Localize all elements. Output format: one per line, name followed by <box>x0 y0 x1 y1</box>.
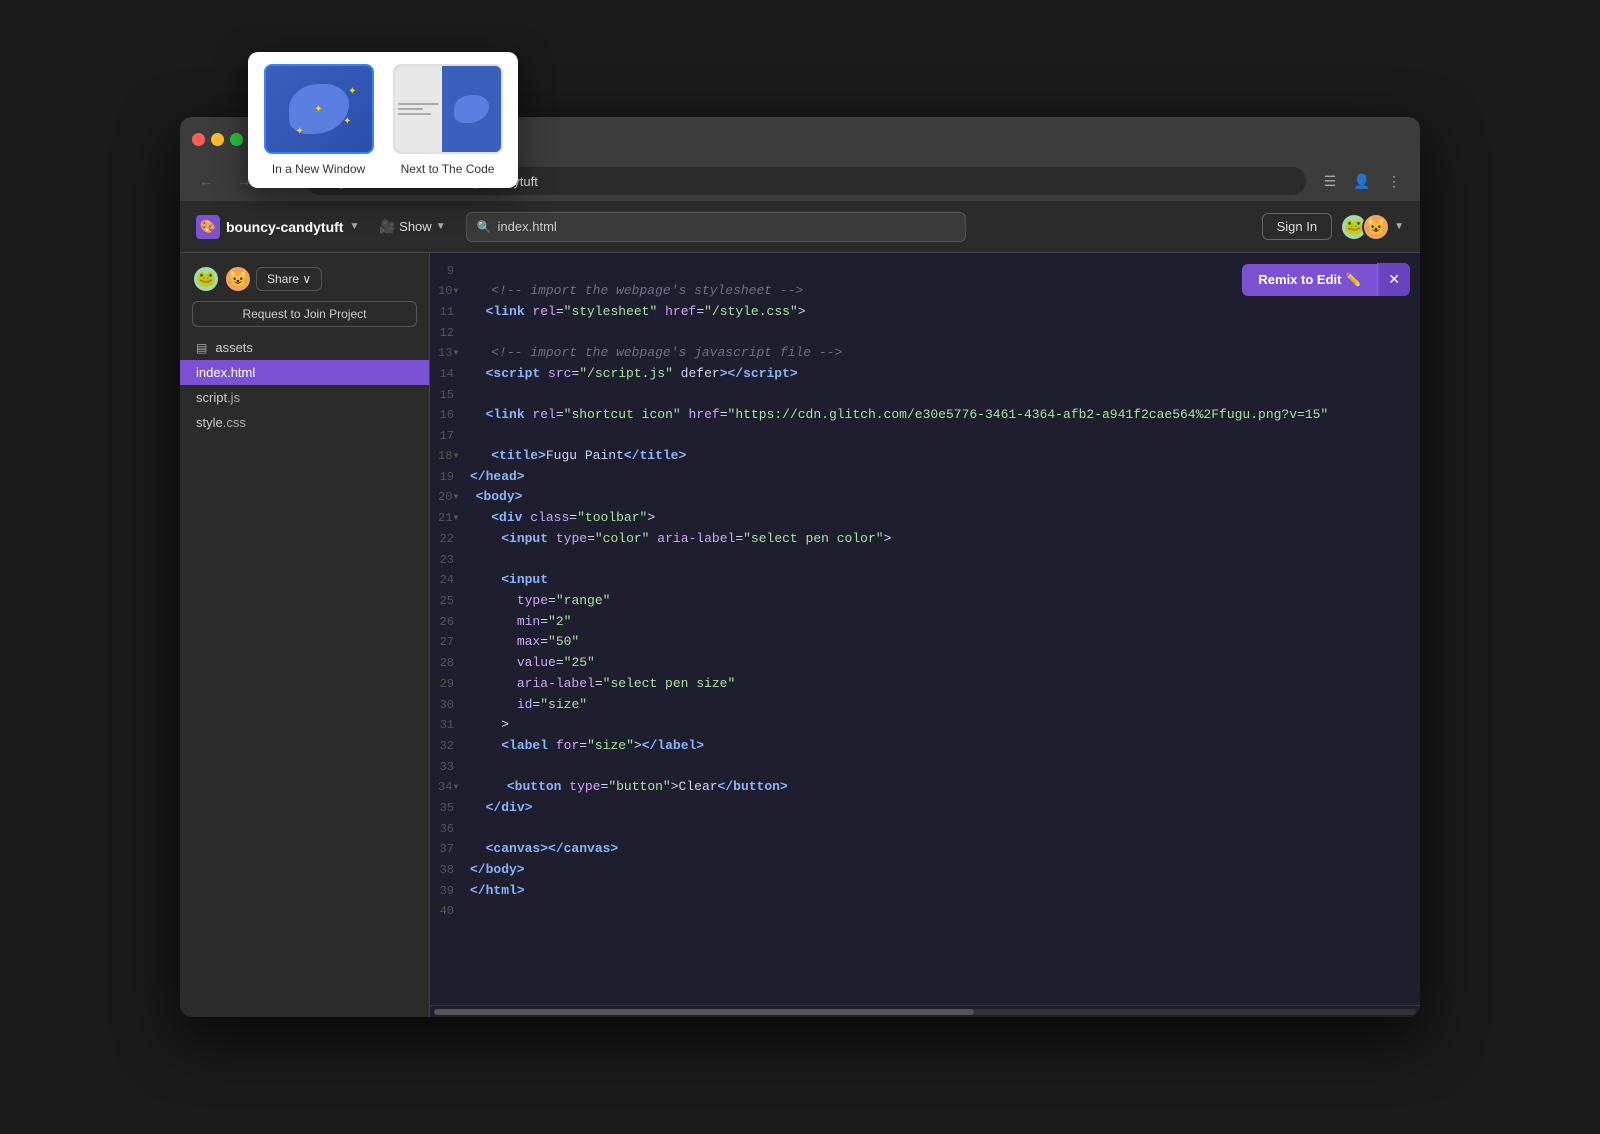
remix-to-edit-button[interactable]: Remix to Edit ✏️ <box>1242 264 1377 296</box>
share-label: Share ∨ <box>267 272 311 286</box>
profile-button[interactable]: 👤 <box>1348 167 1376 195</box>
code-line-23: 23 <box>430 550 1420 570</box>
sidebar-avatar-2: 😺 <box>224 265 252 293</box>
extensions-button[interactable]: ☰ <box>1316 167 1344 195</box>
code-line-35: 35 </div> <box>430 798 1420 819</box>
user-avatars: 🐸 😺 ▼ <box>1340 213 1404 241</box>
avatar-2[interactable]: 😺 <box>1362 213 1390 241</box>
code-line-25: 25 type="range" <box>430 591 1420 612</box>
code-line-39: 39 </html> <box>430 881 1420 902</box>
code-line-31: 31 > <box>430 715 1420 736</box>
code-line-38: 38 </body> <box>430 860 1420 881</box>
remix-label: Remix to Edit ✏️ <box>1258 272 1361 288</box>
browser-actions: ☰ 👤 ⋮ <box>1316 167 1408 195</box>
code-line-19: 19 </head> <box>430 467 1420 488</box>
code-line-13: 13▾ <!-- import the webpage's javascript… <box>430 343 1420 364</box>
main-layout: 🐸 😺 Share ∨ Request to Join Project ▤ as… <box>180 253 1420 1017</box>
toolbar-right: Sign In 🐸 😺 ▼ <box>1262 213 1404 241</box>
request-join-label: Request to Join Project <box>242 307 366 321</box>
assets-label: assets <box>215 340 253 355</box>
scrollbar-thumb[interactable] <box>434 1009 974 1015</box>
project-icon: 🎨 <box>196 215 220 239</box>
file-search[interactable]: 🔍 index.html <box>466 212 966 242</box>
show-chevron-icon: ▼ <box>436 221 446 232</box>
request-join-button[interactable]: Request to Join Project <box>192 301 417 327</box>
code-line-33: 33 <box>430 757 1420 777</box>
assets-icon: ▤ <box>196 341 207 355</box>
sign-in-label: Sign In <box>1277 219 1317 234</box>
code-line-15: 15 <box>430 385 1420 405</box>
code-line-14: 14 <script src="/script.js" defer></scri… <box>430 364 1420 385</box>
code-line-36: 36 <box>430 819 1420 839</box>
sidebar-avatar-1: 🐸 <box>192 265 220 293</box>
code-line-28: 28 value="25" <box>430 653 1420 674</box>
editor-area: Remix to Edit ✏️ ✕ 9 10▾ <!-- <box>430 253 1420 1017</box>
search-icon: 🔍 <box>477 220 492 234</box>
code-line-17: 17 <box>430 426 1420 446</box>
code-line-11: 11 <link rel="stylesheet" href="/style.c… <box>430 302 1420 323</box>
code-line-29: 29 aria-label="select pen size" <box>430 674 1420 695</box>
app-content: 🎨 bouncy-candytuft ▼ 🎥 Show ▼ 🔍 index.ht… <box>180 201 1420 1017</box>
show-button-label: 🎥 Show <box>379 219 431 235</box>
code-line-40: 40 <box>430 901 1420 921</box>
maximize-window-button[interactable] <box>230 133 243 146</box>
sidebar-avatars: 🐸 😺 Share ∨ <box>180 265 429 301</box>
scrollbar-track <box>434 1009 1416 1015</box>
sidebar-item-assets[interactable]: ▤ assets <box>180 335 429 360</box>
app-toolbar: 🎨 bouncy-candytuft ▼ 🎥 Show ▼ 🔍 index.ht… <box>180 201 1420 253</box>
sidebar-item-style-css[interactable]: style.css <box>180 410 429 435</box>
back-button[interactable]: ← <box>192 167 220 195</box>
code-line-34: 34▾ <button type="button">Clear</button> <box>430 777 1420 798</box>
sign-in-button[interactable]: Sign In <box>1262 213 1332 240</box>
sidebar-item-index-html[interactable]: index.html <box>180 360 429 385</box>
project-name[interactable]: 🎨 bouncy-candytuft ▼ <box>196 215 359 239</box>
avatar-dropdown-icon: ▼ <box>1394 221 1404 232</box>
code-line-22: 22 <input type="color" aria-label="selec… <box>430 529 1420 550</box>
code-line-37: 37 <canvas></canvas> <box>430 839 1420 860</box>
code-line-21: 21▾ <div class="toolbar"> <box>430 508 1420 529</box>
remix-close-button[interactable]: ✕ <box>1377 263 1410 296</box>
code-line-20: 20▾ <body> <box>430 487 1420 508</box>
code-line-26: 26 min="2" <box>430 612 1420 633</box>
remix-banner: Remix to Edit ✏️ ✕ <box>1242 263 1410 296</box>
code-line-24: 24 <input <box>430 570 1420 591</box>
close-window-button[interactable] <box>192 133 205 146</box>
script-js-label: script.js <box>196 390 240 405</box>
index-html-label: index.html <box>196 365 255 380</box>
minimize-window-button[interactable] <box>211 133 224 146</box>
code-line-32: 32 <label for="size"></label> <box>430 736 1420 757</box>
close-icon: ✕ <box>1388 271 1400 287</box>
project-chevron-icon: ▼ <box>349 221 359 232</box>
style-css-label: style.css <box>196 415 246 430</box>
sidebar-item-script-js[interactable]: script.js <box>180 385 429 410</box>
project-name-text: bouncy-candytuft <box>226 219 343 235</box>
file-search-value: index.html <box>498 219 557 234</box>
sidebar: 🐸 😺 Share ∨ Request to Join Project ▤ as… <box>180 253 430 1017</box>
share-button[interactable]: Share ∨ <box>256 267 322 291</box>
code-line-30: 30 id="size" <box>430 695 1420 716</box>
horizontal-scrollbar[interactable] <box>430 1005 1420 1017</box>
code-line-12: 12 <box>430 323 1420 343</box>
code-line-18: 18▾ <title>Fugu Paint</title> <box>430 446 1420 467</box>
code-line-27: 27 max="50" <box>430 632 1420 653</box>
code-editor[interactable]: 9 10▾ <!-- import the webpage's styleshe… <box>430 253 1420 1005</box>
code-line-16: 16 <link rel="shortcut icon" href="https… <box>430 405 1420 426</box>
menu-button[interactable]: ⋮ <box>1380 167 1408 195</box>
show-button[interactable]: 🎥 Show ▼ <box>371 215 453 239</box>
browser-window: ✦ index.html – bouncy-candytuft ✕ + ← → … <box>180 117 1420 1017</box>
traffic-lights <box>192 133 243 146</box>
